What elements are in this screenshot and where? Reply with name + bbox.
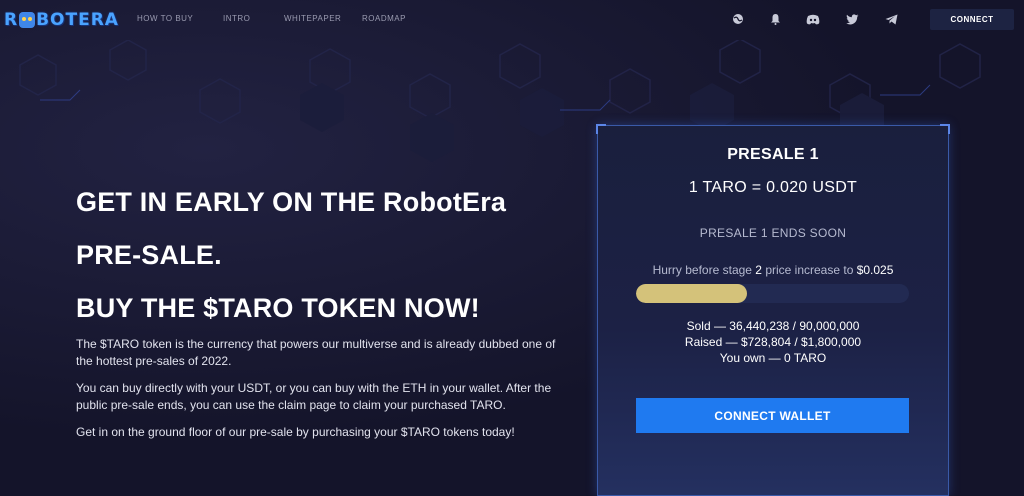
hero-title: GET IN EARLY ON THE RobotEra PRE-SALE. B… bbox=[76, 176, 576, 335]
robotera-logo[interactable]: R BOTERA bbox=[4, 9, 119, 31]
presale-ends-notice: PRESALE 1 ENDS SOON bbox=[699, 226, 847, 240]
raised-stat: Raised — $728,804 / $1,800,000 bbox=[684, 335, 862, 349]
hero-title-line-1: GET IN EARLY ON THE RobotEra bbox=[76, 187, 507, 217]
nav-link-roadmap[interactable]: ROADMAP bbox=[362, 14, 406, 23]
hero-title-line-2: PRE-SALE. bbox=[76, 240, 222, 270]
nav-link-whitepaper[interactable]: WHITEPAPER bbox=[284, 14, 341, 23]
hero-paragraph-1: The $TARO token is the currency that pow… bbox=[76, 337, 556, 368]
globe-icon[interactable] bbox=[731, 12, 745, 26]
token-rate: 1 TARO = 0.020 USDT bbox=[688, 179, 858, 196]
connect-wallet-button[interactable]: CONNECT WALLET bbox=[636, 398, 909, 433]
stage-price-notice: Hurry before stage 2 price increase to $… bbox=[652, 263, 894, 277]
presale-progress-fill bbox=[636, 284, 747, 303]
twitter-icon[interactable] bbox=[845, 12, 859, 26]
robot-head-icon bbox=[19, 12, 36, 28]
sold-stat: Sold — 36,440,238 / 90,000,000 bbox=[686, 319, 860, 333]
presale-progress-bar bbox=[636, 284, 909, 303]
card-corner-decoration bbox=[940, 124, 950, 134]
presale-stats: Sold — 36,440,238 / 90,000,000 Raised — … bbox=[598, 318, 948, 366]
nav-link-intro[interactable]: INTRO bbox=[223, 14, 250, 23]
presale-card: PRESALE 1 1 TARO = 0.020 USDT PRESALE 1 … bbox=[596, 124, 950, 496]
hero-description: The $TARO token is the currency that pow… bbox=[76, 336, 556, 451]
presale-title: PRESALE 1 bbox=[727, 146, 819, 163]
hero-paragraph-2: You can buy directly with your USDT, or … bbox=[76, 381, 552, 412]
card-corner-decoration bbox=[596, 124, 606, 134]
bell-icon[interactable] bbox=[768, 12, 782, 26]
top-navbar: R BOTERA HOW TO BUY INTRO WHITEPAPER ROAD… bbox=[0, 0, 1024, 40]
hero-title-line-3: BUY THE $TARO TOKEN NOW! bbox=[76, 293, 480, 323]
telegram-icon[interactable] bbox=[884, 12, 898, 26]
discord-icon[interactable] bbox=[806, 12, 820, 26]
owned-stat: You own — 0 TARO bbox=[719, 351, 827, 365]
connect-button[interactable]: CONNECT bbox=[930, 9, 1014, 30]
hero-paragraph-3: Get in on the ground floor of our pre-sa… bbox=[76, 425, 515, 439]
nav-link-how-to-buy[interactable]: HOW TO BUY bbox=[137, 14, 193, 23]
